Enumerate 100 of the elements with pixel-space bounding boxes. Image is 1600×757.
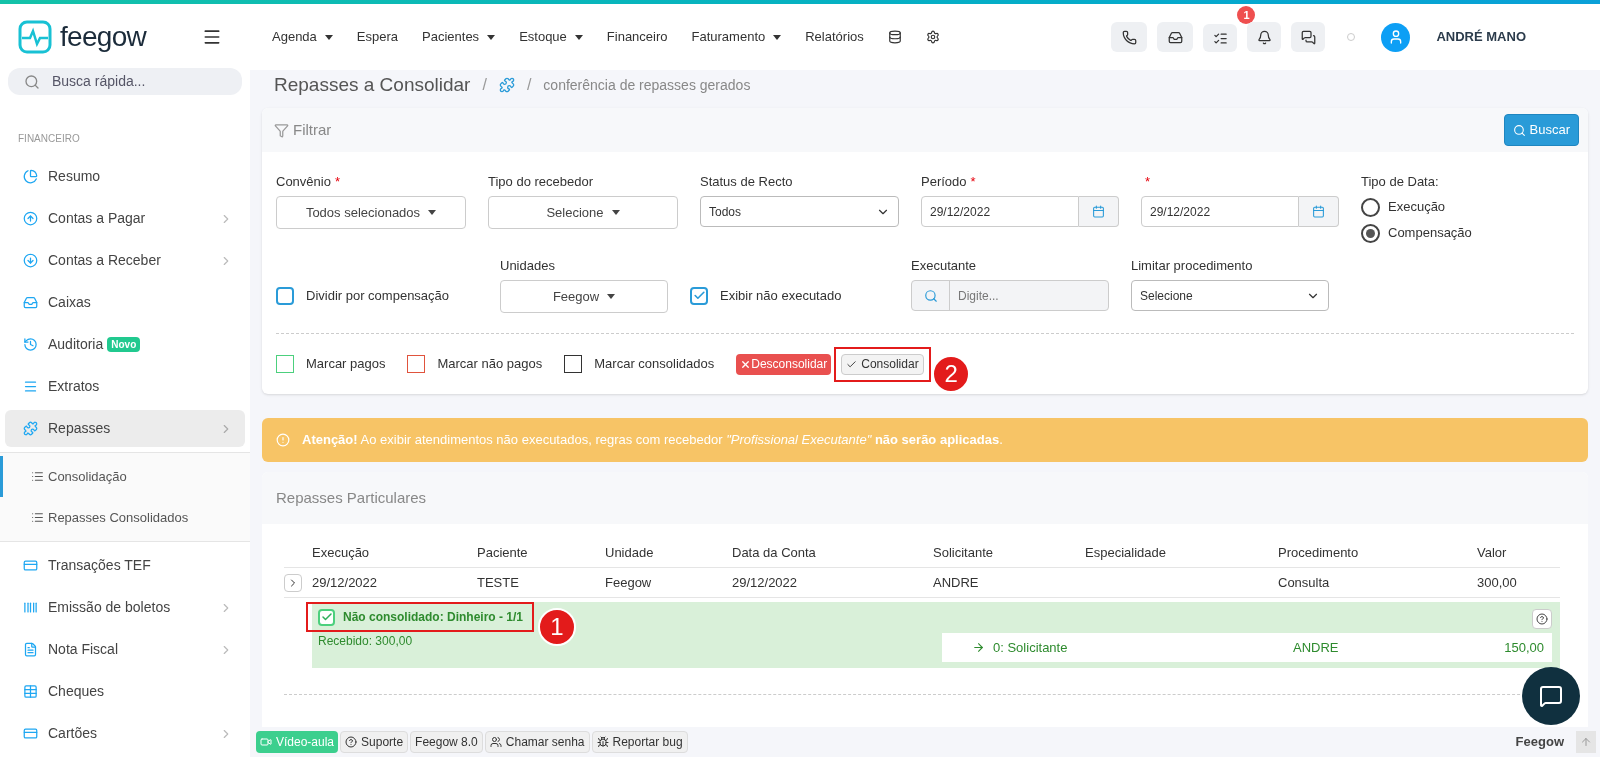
checkbox[interactable]	[407, 355, 426, 373]
bell-icon	[1256, 29, 1272, 45]
unconsolidate-button[interactable]: Desconsolidar	[736, 353, 832, 375]
caret-icon	[574, 34, 583, 40]
caret-icon	[428, 210, 437, 215]
bug-icon	[596, 736, 609, 748]
nav-link[interactable]: Financeiro	[606, 27, 668, 47]
consolidate-button[interactable]: Consolidar	[841, 353, 924, 375]
sidebar-item[interactable]: Transações TEF	[5, 547, 245, 584]
sidebar-item[interactable]: Nota Fiscal	[5, 631, 245, 668]
field-label: Tipo do recebedor	[488, 173, 595, 191]
history-icon	[23, 337, 38, 352]
search-icon	[1512, 123, 1526, 137]
dropdown-button[interactable]: Todos selecionados	[276, 196, 466, 229]
table-cell-text: Feegow	[605, 573, 653, 592]
sidebar-item[interactable]: Cheques	[5, 673, 245, 710]
nav-link[interactable]: Pacientes	[422, 27, 496, 47]
checkbox[interactable]	[318, 608, 335, 626]
table-icon	[23, 684, 38, 699]
annotation-marker: 1	[538, 608, 576, 646]
split-role: 0: Solicitante	[993, 638, 1069, 657]
sidebar-item[interactable]: Emissão de boletos	[5, 589, 245, 626]
header-icon-button[interactable]	[1111, 22, 1148, 52]
header-icon-button[interactable]	[1247, 22, 1282, 52]
submenu-item[interactable]: Consolidação	[0, 456, 250, 497]
nav-link[interactable]: Faturamento	[691, 27, 782, 47]
footer-button[interactable]: Reportar bug	[591, 731, 688, 753]
date-field[interactable]: 29/12/2022	[1141, 196, 1299, 227]
checkbox[interactable]	[276, 355, 294, 373]
chat-icon	[1539, 684, 1563, 708]
nav-link[interactable]: Relatórios	[805, 27, 864, 47]
submenu-item[interactable]: Repasses Consolidados	[0, 497, 250, 538]
nav-link[interactable]: Espera	[356, 27, 399, 47]
sidebar-item[interactable]: Contas a Receber	[5, 242, 245, 279]
table-cell-text: Consulta	[1278, 573, 1331, 592]
sidebar-item[interactable]: Extratos	[5, 368, 245, 405]
column-header: Data da Conta	[732, 543, 817, 562]
chat-icon	[1300, 29, 1316, 45]
select-field[interactable]: Selecione	[1131, 280, 1329, 311]
header-icon-button[interactable]	[1291, 22, 1326, 52]
field-label: Unidades	[500, 257, 556, 275]
filter-icon	[274, 122, 289, 138]
alert-icon	[276, 433, 290, 447]
sidebar-item[interactable]: Resumo	[5, 158, 245, 195]
caret-icon	[773, 34, 782, 40]
database-icon[interactable]	[887, 30, 902, 44]
nav-link[interactable]: Agenda	[272, 27, 333, 47]
checkbox-label: Exibir não executado	[720, 286, 842, 305]
footer-button[interactable]: Suporte	[340, 731, 409, 753]
column-header: Valor	[1477, 543, 1508, 562]
sidebar-item[interactable]: Contas a Pagar	[5, 200, 245, 237]
footer-button[interactable]: Feegow 8.0	[410, 731, 483, 753]
table-cell-text: TESTE	[477, 573, 520, 592]
checkbox[interactable]	[564, 355, 583, 373]
document-icon	[23, 642, 38, 657]
column-header: Paciente	[477, 543, 529, 562]
sidebar-item[interactable]: Auditoria Novo	[5, 326, 245, 363]
arrow-right-icon	[972, 641, 985, 654]
video-camera-icon	[260, 736, 272, 748]
sidebar-item[interactable]: Cartões	[5, 715, 245, 752]
sidebar-item[interactable]: Repasses	[5, 410, 245, 447]
calendar-button[interactable]	[1079, 196, 1119, 227]
table-cell-text: 300,00	[1477, 573, 1518, 592]
dropdown-button[interactable]: Feegow	[500, 280, 668, 313]
breadcrumb-separator: /	[482, 75, 487, 95]
dropdown-button[interactable]: Selecione	[488, 196, 678, 229]
expand-button[interactable]	[284, 573, 302, 592]
calendar-icon	[1312, 205, 1325, 218]
settings-icon[interactable]	[925, 30, 940, 44]
puzzle-icon[interactable]	[498, 77, 515, 93]
header-icon-button[interactable]	[1203, 24, 1238, 52]
radio-button[interactable]	[1361, 197, 1380, 217]
header-icon-button[interactable]	[1157, 22, 1194, 52]
split-value: 150,00	[1504, 638, 1544, 657]
checklist-icon	[1212, 30, 1228, 46]
date-field[interactable]: 29/12/2022	[921, 196, 1079, 227]
nav-link[interactable]: Estoque	[519, 27, 583, 47]
radio-button[interactable]	[1361, 223, 1380, 243]
search-field[interactable]: Busca rápida...	[8, 68, 242, 95]
checkbox-label: Marcar consolidados	[594, 355, 715, 374]
help-button[interactable]	[1532, 609, 1552, 629]
field-label: Convênio *	[276, 173, 341, 191]
footer-button[interactable]: Chamar senha	[484, 731, 590, 753]
user-name[interactable]: ANDRÉ MANO	[1436, 27, 1526, 47]
alert-text: Atenção! Ao exibir atendimentos não executados, regras com recebedor "Profissional Executante" não serão aplicadas.	[302, 431, 1003, 450]
select-field[interactable]: Todos	[700, 196, 899, 227]
radio-label: Compensação	[1388, 224, 1472, 243]
card-icon	[23, 558, 38, 573]
table-cell-text: 29/12/2022	[312, 573, 379, 592]
help-icon	[1536, 613, 1548, 625]
field-label: Executante	[911, 257, 978, 275]
sidebar-item[interactable]: Caixas	[5, 284, 245, 321]
search-field[interactable]: Digite...	[911, 280, 1109, 311]
checkbox[interactable]	[276, 286, 294, 305]
calendar-button[interactable]	[1299, 196, 1339, 227]
filter-title: Filtrar	[293, 119, 332, 140]
received-text: Recebido: 300,00	[318, 633, 413, 650]
field-label: Período *	[921, 173, 977, 191]
checkbox[interactable]	[690, 286, 708, 305]
list-icon	[31, 511, 44, 524]
